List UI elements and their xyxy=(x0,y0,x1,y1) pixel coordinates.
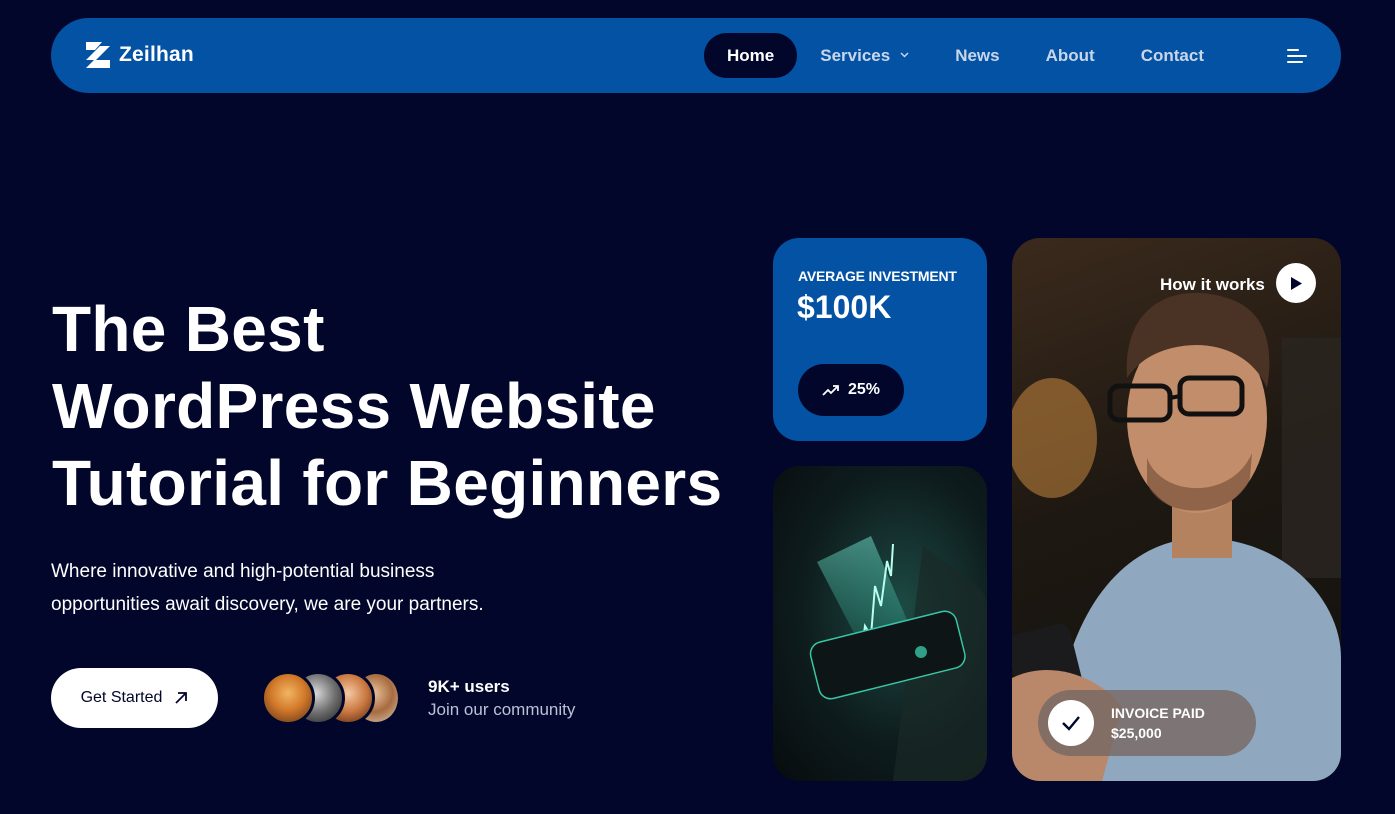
chevron-down-icon xyxy=(900,50,909,61)
nav-item-label: News xyxy=(955,45,1000,65)
invoice-amount: $25,000 xyxy=(1111,725,1162,741)
nav-item-about[interactable]: About xyxy=(1023,33,1118,78)
nav-item-label: Contact xyxy=(1140,45,1204,65)
arrow-up-right-icon xyxy=(175,692,188,704)
nav-item-label: Services xyxy=(820,45,891,65)
hamburger-menu-icon[interactable] xyxy=(1287,49,1307,63)
investment-card: AVERAGE INVESTMENT $100K 25% xyxy=(773,238,987,441)
hero-title-line: The Best xyxy=(52,293,325,365)
avatar xyxy=(261,671,315,725)
top-navbar: Zeilhan Home Services News About Contact xyxy=(51,18,1341,93)
hero-title-line: WordPress Website xyxy=(52,370,656,442)
growth-value: 25% xyxy=(847,381,881,398)
nav-item-contact[interactable]: Contact xyxy=(1118,33,1227,78)
brand-name: Zeilhan xyxy=(119,43,194,66)
hero-subtitle: Where innovative and high-potential busi… xyxy=(51,555,521,621)
hero-subtitle-line: opportunities await discovery, we are yo… xyxy=(51,594,484,615)
brand-logo[interactable]: Zeilhan xyxy=(85,41,194,69)
investment-value: $100K xyxy=(797,289,892,325)
hero-title: The Best WordPress Website Tutorial for … xyxy=(52,291,752,522)
community-count: 9K+ users xyxy=(428,677,510,696)
nav-menu: Home Services News About Contact xyxy=(704,33,1227,78)
investment-label: AVERAGE INVESTMENT xyxy=(798,268,957,284)
person-photo-card: How it works INVOICE PAID $25,000 xyxy=(1012,238,1341,781)
play-button[interactable] xyxy=(1276,263,1316,303)
zeilhan-logo-icon xyxy=(86,42,110,68)
nav-item-home[interactable]: Home xyxy=(704,33,798,78)
phone-hologram-illustration xyxy=(809,536,987,781)
how-it-works-label: How it works xyxy=(1160,275,1265,294)
growth-badge: 25% xyxy=(798,364,904,416)
check-icon xyxy=(1048,700,1094,746)
smartphone-chart-image xyxy=(773,466,987,781)
get-started-button[interactable]: Get Started xyxy=(51,668,218,728)
nav-item-news[interactable]: News xyxy=(932,33,1022,78)
nav-item-services[interactable]: Services xyxy=(797,33,932,78)
play-icon xyxy=(1291,276,1302,290)
community-label: Join our community xyxy=(428,700,576,719)
nav-item-label: About xyxy=(1045,45,1095,65)
invoice-paid-badge: INVOICE PAID $25,000 xyxy=(1038,690,1256,756)
nav-item-label: Home xyxy=(727,45,775,65)
hero-subtitle-line: Where innovative and high-potential busi… xyxy=(51,561,435,582)
hero-title-line: Tutorial for Beginners xyxy=(52,447,723,519)
trend-up-icon xyxy=(822,385,839,396)
get-started-label: Get Started xyxy=(80,689,163,706)
invoice-label: INVOICE PAID xyxy=(1111,705,1205,721)
